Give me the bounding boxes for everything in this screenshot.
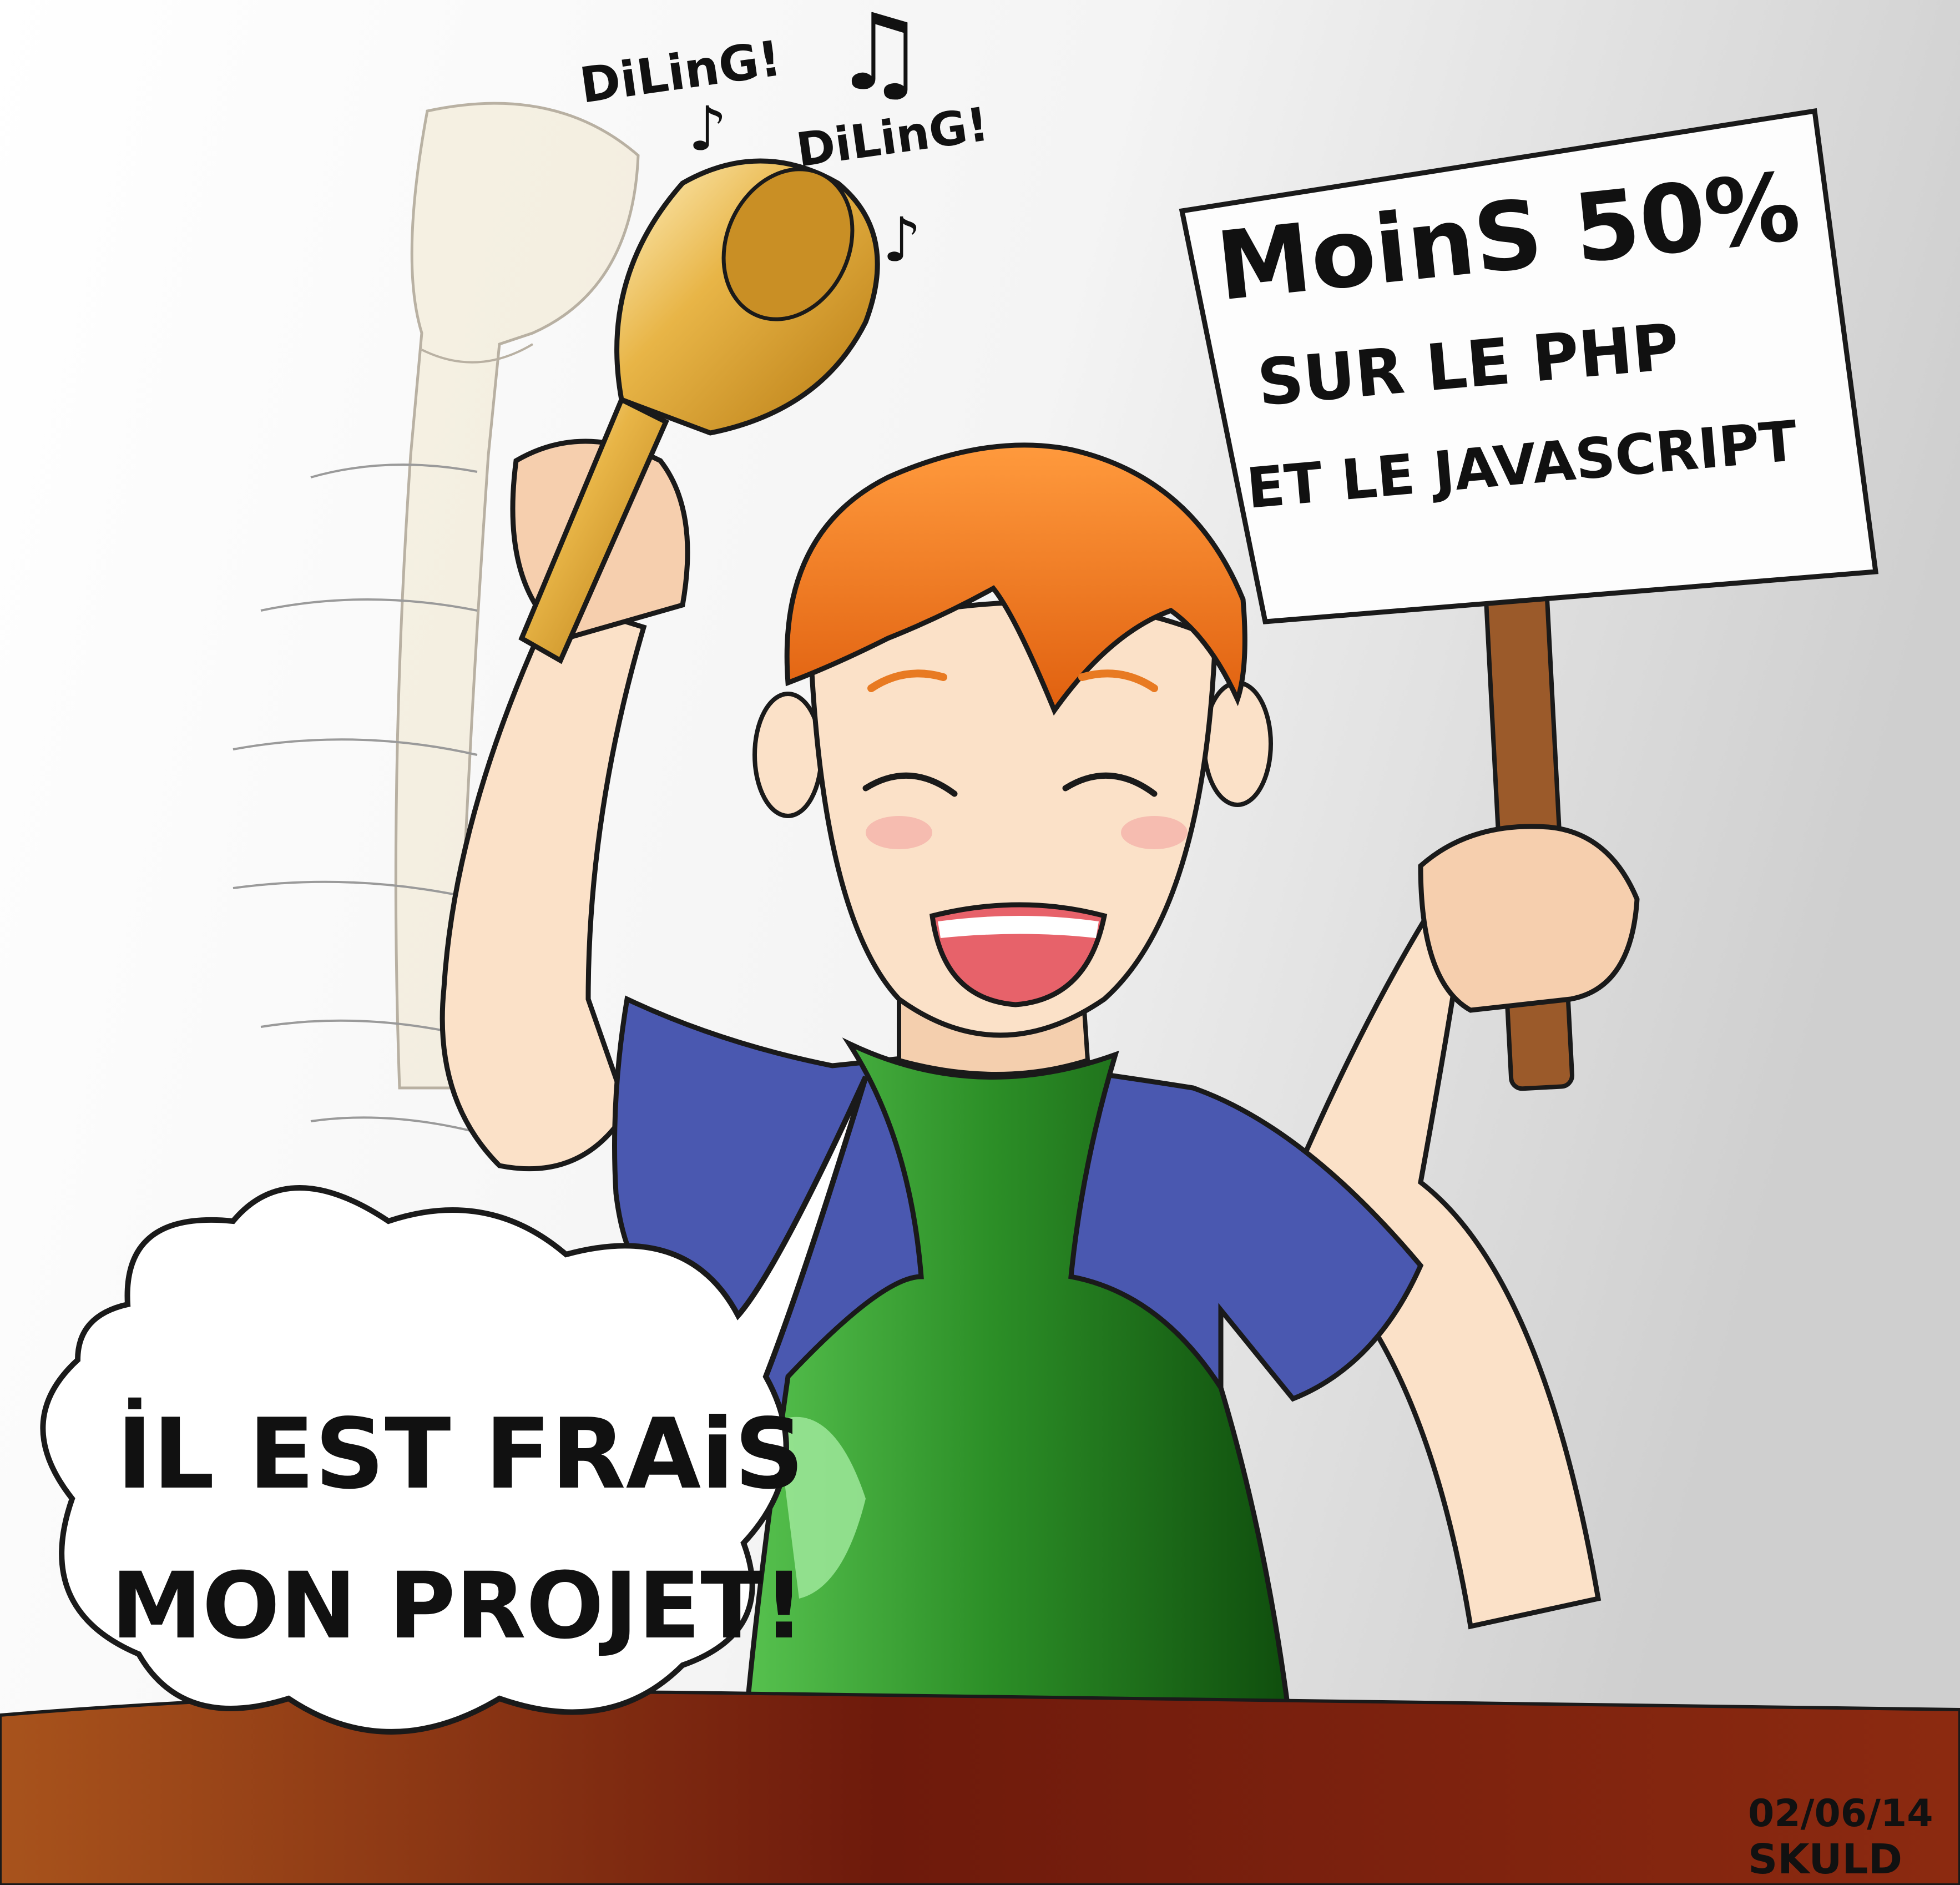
illustration: DiLinG! DiLinG! ♫ ♪ ♪ MoinS 50% SUR LE P… — [0, 0, 1960, 1885]
speech-line-1: İL EST FRAiS — [117, 1397, 804, 1511]
speech-line-2: MON PROJET! — [111, 1553, 805, 1659]
left-ear — [752, 692, 824, 818]
music-note-icon: ♫ — [832, 0, 927, 114]
right-hand — [1418, 824, 1640, 1013]
music-note-icon: ♪ — [688, 93, 727, 164]
signature-author: SKULD — [1748, 1836, 1902, 1883]
right-cheek — [1121, 816, 1188, 849]
counter — [0, 1690, 1960, 1885]
signature-date: 02/06/14 — [1748, 1792, 1933, 1836]
left-cheek — [866, 816, 932, 849]
music-note-icon: ♪ — [882, 204, 921, 275]
